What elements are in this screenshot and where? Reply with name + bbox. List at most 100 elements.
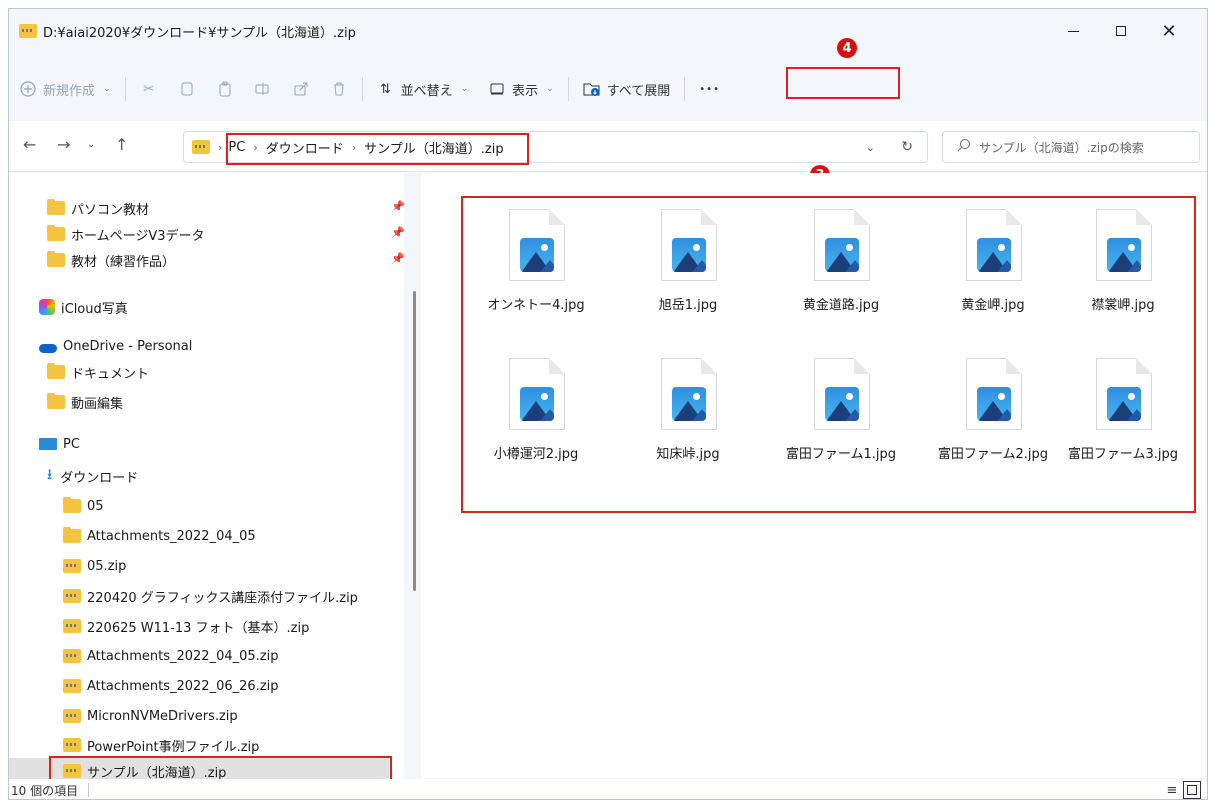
folder-icon [47, 393, 65, 409]
new-button-label: 新規作成 [43, 83, 96, 99]
file-name: 旭岳1.jpg [658, 298, 718, 313]
share-button[interactable] [282, 72, 320, 106]
zip-folder-icon [63, 679, 81, 693]
sidebar-item-icloud-photos[interactable]: iCloud写真 [39, 294, 128, 320]
cut-button[interactable]: ✂ [130, 72, 168, 106]
file-tile[interactable]: オンネトー4.jpg [471, 209, 601, 349]
sidebar-item-downloads[interactable]: ⭳ ダウンロード [47, 463, 138, 489]
sidebar-item-attachments-folder[interactable]: Attachments_2022_04_05 [63, 523, 256, 549]
file-tile[interactable]: 旭岳1.jpg [623, 209, 753, 349]
minimize-button[interactable] [1049, 9, 1097, 53]
file-tile[interactable]: 黄金岬.jpg [928, 209, 1058, 349]
file-name: 黄金道路.jpg [802, 298, 880, 313]
address-bar[interactable]: › PC › ダウンロード › サンプル（北海道）.zip ⌄ ↻ [183, 131, 928, 163]
sidebar-item-documents[interactable]: ドキュメント [47, 359, 149, 385]
status-bar: 10 個の項目 ≡ [9, 779, 1207, 799]
sort-button-label: 並べ替え [400, 83, 453, 99]
extract-all-label: すべて展開 [606, 83, 671, 99]
view-button-label: 表示 [512, 83, 539, 99]
toolbar-divider [567, 77, 569, 101]
sidebar-item-label: ダウンロード [60, 470, 139, 486]
sidebar-item-attachments-0405-zip[interactable]: Attachments_2022_04_05.zip [63, 643, 278, 669]
address-dropdown-icon[interactable]: ⌄ [866, 141, 875, 154]
paste-button[interactable] [206, 72, 244, 106]
breadcrumb-pc[interactable]: PC [228, 140, 245, 155]
window-controls: ✕ [1049, 9, 1207, 53]
chevron-down-icon: ⌄ [546, 84, 554, 94]
file-tile[interactable]: 小樽運河2.jpg [471, 358, 601, 498]
extract-all-button[interactable]: すべて展開 [573, 72, 681, 106]
up-button[interactable]: ↑ [115, 135, 128, 154]
sidebar-item-graphics-zip[interactable]: 220420 グラフィックス講座添付ファイル.zip [63, 583, 358, 609]
sidebar-item-micron-zip[interactable]: MicronNVMeDrivers.zip [63, 703, 238, 729]
large-icons-view-button[interactable] [1183, 781, 1201, 799]
toolbar-divider [124, 77, 126, 101]
chevron-down-icon: ⌄ [460, 84, 469, 94]
sidebar-item-video-editing[interactable]: 動画編集 [47, 389, 123, 415]
sidebar-item-homepage-v3[interactable]: ホームページV3データ [47, 221, 205, 247]
details-view-button[interactable]: ≡ [1163, 781, 1181, 799]
search-input[interactable]: サンプル（北海道）.zipの検索 [942, 131, 1200, 163]
folder-icon [63, 527, 81, 543]
image-file-icon [509, 209, 565, 281]
sidebar-item-teaching-materials[interactable]: 教材（練習作品） [47, 247, 175, 273]
share-icon [292, 80, 310, 98]
forward-button[interactable]: → [57, 135, 70, 154]
copy-button[interactable] [168, 72, 206, 106]
file-name: 襟裳岬.jpg [1091, 298, 1155, 313]
file-name: オンネトー4.jpg [487, 298, 585, 313]
file-name: 黄金岬.jpg [961, 298, 1025, 313]
maximize-icon [1116, 26, 1126, 36]
zip-folder-icon [63, 589, 81, 603]
more-options-button[interactable]: ••• [689, 72, 730, 106]
zip-folder-icon [63, 738, 81, 752]
file-tile[interactable]: 黄金道路.jpg [776, 209, 906, 349]
sidebar-item-label: ホームページV3データ [71, 228, 205, 244]
window-title: D:¥aiai2020¥ダウンロード¥サンプル（北海道）.zip [43, 25, 356, 41]
rename-button[interactable] [244, 72, 282, 106]
icloud-photos-icon [39, 299, 55, 315]
back-button[interactable]: ← [23, 135, 36, 154]
sidebar-item-onedrive[interactable]: OneDrive - Personal [39, 333, 192, 359]
sort-button[interactable]: ⇅ 並べ替え ⌄ [367, 72, 479, 106]
sidebar-item-pc[interactable]: PC [39, 431, 80, 457]
download-arrow-icon: ⭳ [47, 464, 53, 483]
sidebar-item-powerpoint-zip[interactable]: PowerPoint事例ファイル.zip [63, 732, 259, 758]
view-button[interactable]: 表示 ⌄ [478, 72, 564, 106]
breadcrumb-downloads[interactable]: ダウンロード [266, 138, 344, 157]
sidebar-item-05[interactable]: 05 [63, 493, 104, 519]
refresh-icon[interactable]: ↻ [901, 139, 913, 155]
extract-folder-icon [583, 80, 601, 98]
sidebar-item-pc-materials[interactable]: パソコン教材 [47, 195, 149, 221]
file-tile[interactable]: 富田ファーム1.jpg [776, 358, 906, 498]
delete-button[interactable] [320, 72, 358, 106]
maximize-button[interactable] [1097, 9, 1145, 53]
sidebar-item-label: Attachments_2022_04_05 [87, 528, 256, 544]
image-file-icon [966, 209, 1022, 281]
recent-locations-button[interactable]: ⌄ [87, 139, 95, 150]
explorer-window: D:¥aiai2020¥ダウンロード¥サンプル（北海道）.zip ✕ 新規作成 … [8, 8, 1208, 800]
breadcrumb-zip[interactable]: サンプル（北海道）.zip [364, 138, 503, 157]
sidebar-item-05-zip[interactable]: 05.zip [63, 553, 126, 579]
toolbar-divider [361, 77, 363, 101]
file-tile[interactable]: 襟裳岬.jpg [1058, 209, 1188, 349]
item-count: 10 個の項目 [11, 783, 79, 798]
sidebar-item-label: Attachments_2022_04_05.zip [87, 648, 279, 664]
sidebar-item-label: PC [63, 436, 80, 452]
image-file-icon [966, 358, 1022, 430]
sidebar-item-label: MicronNVMeDrivers.zip [87, 708, 238, 724]
new-button[interactable]: 新規作成 ⌄ [9, 72, 121, 106]
sidebar-scrollbar[interactable] [413, 291, 416, 591]
close-button[interactable]: ✕ [1145, 9, 1193, 53]
tiles-icon [1187, 785, 1197, 795]
sidebar-item-label: パソコン教材 [71, 202, 150, 218]
file-tile[interactable]: 富田ファーム3.jpg [1058, 358, 1188, 498]
file-tile[interactable]: 知床峠.jpg [623, 358, 753, 498]
sidebar-item-photo-basic-zip[interactable]: 220625 W11-13 フォト（基本）.zip [63, 613, 309, 639]
minimize-icon [1067, 30, 1079, 32]
image-file-icon [814, 358, 870, 430]
file-name: 富田ファーム3.jpg [1067, 447, 1179, 462]
sidebar-item-attachments-0626-zip[interactable]: Attachments_2022_06_26.zip [63, 673, 278, 699]
file-tile[interactable]: 富田ファーム2.jpg [928, 358, 1058, 498]
image-file-icon [661, 209, 717, 281]
